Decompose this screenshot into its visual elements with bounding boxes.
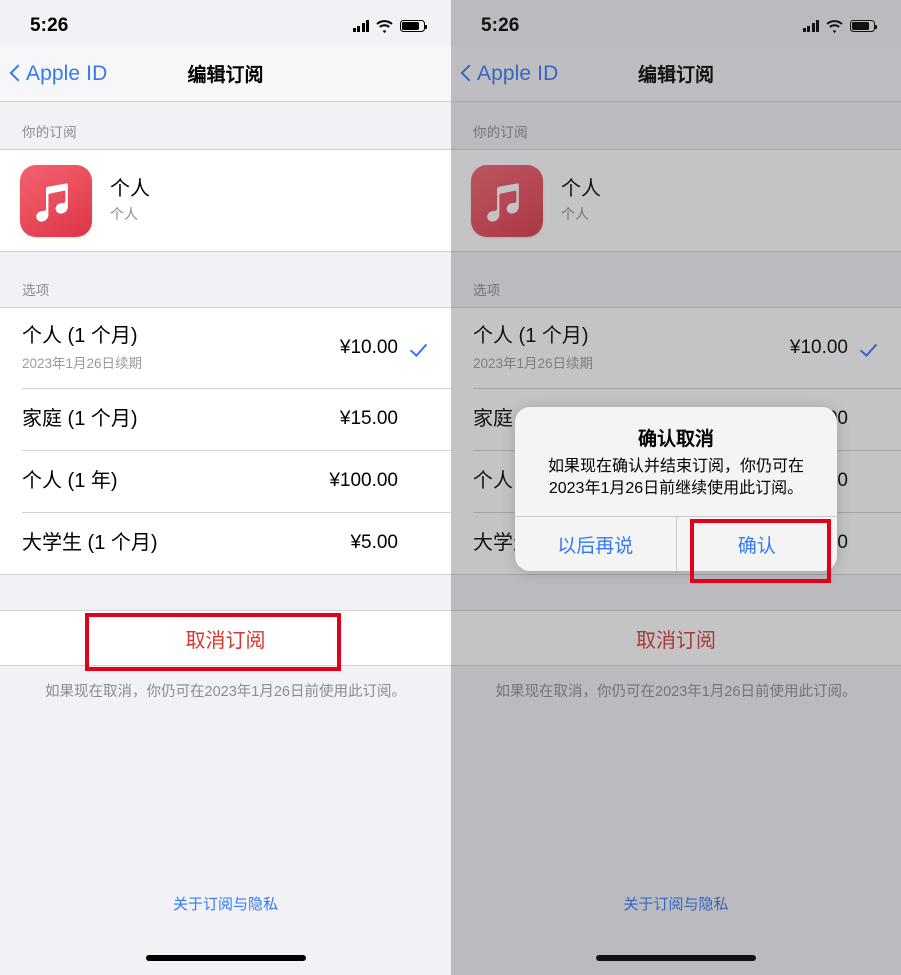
status-bar: 5:26	[0, 0, 451, 46]
option-row[interactable]: 家庭 (1 个月) ¥15.00	[0, 388, 451, 450]
later-button[interactable]: 以后再说	[515, 517, 676, 571]
cellular-signal-icon	[352, 20, 369, 32]
status-bar-time: 5:26	[30, 15, 69, 36]
cancel-subscription-label: 取消订阅	[185, 629, 266, 652]
option-price: ¥10.00	[339, 337, 398, 358]
option-name: 个人 (1 年)	[22, 470, 118, 492]
navigation-bar: Apple ID 编辑订阅	[0, 46, 451, 102]
subscription-row[interactable]: 个人 个人	[0, 150, 451, 251]
apple-music-icon	[20, 164, 92, 237]
phone-screen-left: 5:26 Apple ID 编辑订阅 你的订阅 个人 个人 选项 个人 (1 个…	[0, 0, 451, 975]
option-text: 大学生 (1 个月)	[22, 531, 158, 555]
option-text: 个人 (1 年)	[22, 469, 118, 493]
options-group: 个人 (1 个月) 2023年1月26日续期 ¥10.00 家庭 (1 个月) …	[0, 307, 451, 575]
option-row[interactable]: 大学生 (1 个月) ¥5.00	[0, 512, 451, 574]
screenshot-pair: 5:26 Apple ID 编辑订阅 你的订阅 个人 个人 选项 个人 (1 个…	[0, 0, 901, 975]
dialog-body: 确认取消 如果现在确认并结束订阅，你仍可在 2023年1月26日前继续使用此订阅…	[515, 407, 837, 516]
confirm-button[interactable]: 确认	[675, 517, 838, 572]
battery-icon	[400, 19, 428, 33]
option-row[interactable]: 个人 (1 个月) 2023年1月26日续期 ¥10.00	[0, 308, 451, 388]
option-right: ¥15.00	[340, 408, 431, 430]
option-renewal-date: 2023年1月26日续期	[22, 356, 143, 371]
options-section-header: 选项	[22, 283, 50, 298]
dialog-title: 确认取消	[637, 429, 714, 450]
option-right: ¥100.00	[329, 470, 431, 492]
option-price: ¥100.00	[329, 470, 398, 491]
option-text: 个人 (1 个月) 2023年1月26日续期	[22, 324, 142, 372]
back-button-label: Apple ID	[26, 61, 108, 85]
option-name: 大学生 (1 个月)	[22, 532, 158, 554]
option-name: 家庭 (1 个月)	[22, 408, 138, 430]
option-text: 家庭 (1 个月)	[22, 407, 138, 431]
chevron-left-icon	[10, 64, 21, 83]
back-button[interactable]: Apple ID	[0, 62, 107, 86]
phone-screen-right: 5:26 Apple ID 编辑订阅 你的订阅 个人 个人 选项 个人 (1 个…	[451, 0, 901, 975]
option-right: ¥5.00	[350, 532, 431, 554]
cancel-subscription-button[interactable]: 取消订阅	[0, 610, 451, 666]
home-indicator	[145, 955, 306, 961]
subscription-subtitle: 个人	[110, 205, 138, 222]
subscription-title: 个人	[110, 177, 150, 200]
option-price: ¥15.00	[339, 408, 398, 429]
subscription-section-header: 你的订阅	[22, 125, 77, 140]
option-row[interactable]: 个人 (1 年) ¥100.00	[0, 450, 451, 512]
dialog-actions: 以后再说 确认	[515, 516, 838, 572]
cancel-note: 如果现在取消，你仍可在2023年1月26日前使用此订阅。	[45, 684, 406, 700]
status-bar-icons	[352, 19, 428, 33]
wifi-icon	[376, 19, 393, 33]
option-price: ¥5.00	[350, 532, 398, 553]
option-right: ¥10.00	[340, 337, 431, 359]
subscription-text: 个人 个人	[110, 178, 150, 224]
about-subscriptions-privacy-link[interactable]: 关于订阅与隐私	[0, 893, 451, 914]
checkmark-icon	[412, 339, 431, 358]
subscription-group: 个人 个人	[0, 149, 451, 252]
dialog-message: 如果现在确认并结束订阅，你仍可在 2023年1月26日前继续使用此订阅。	[547, 458, 804, 498]
confirm-cancel-dialog: 确认取消 如果现在确认并结束订阅，你仍可在 2023年1月26日前继续使用此订阅…	[515, 407, 838, 572]
option-name: 个人 (1 个月)	[22, 325, 138, 347]
